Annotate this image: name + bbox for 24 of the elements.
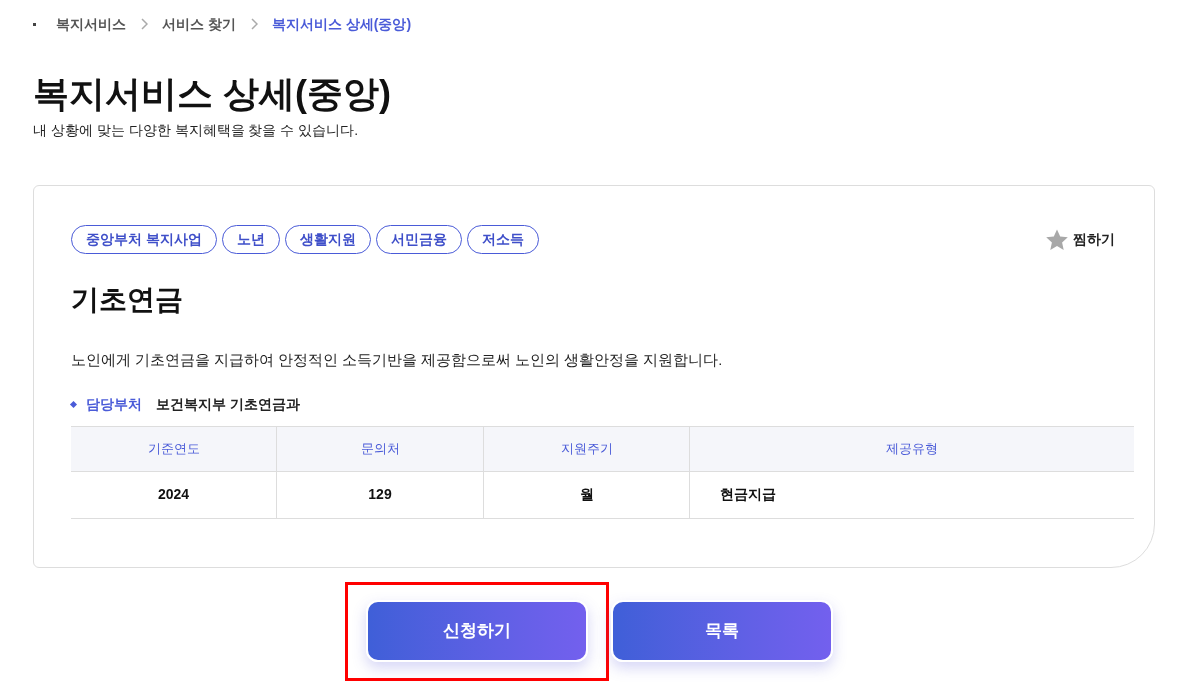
service-description: 노인에게 기초연금을 지급하여 안정적인 소득기반을 제공함으로써 노인의 생활안정을 지원합니다. [71,351,724,370]
table-cell: 현금지급 [689,471,1134,518]
table-cell: 129 [276,471,483,518]
breadcrumb-link[interactable]: 복지서비스 상세(중앙) [271,13,412,35]
table-cell-text: 2024 [156,485,191,505]
bookmark-button[interactable]: 찜하기 [1045,227,1115,252]
breadcrumb-link[interactable]: 복지서비스 [56,13,126,35]
service-title: 기초연금 [71,283,184,317]
action-button[interactable]: 목록 [610,600,833,662]
page-subtitle: 내 상황에 맞는 다양한 복지혜택을 찾을 수 있습니다. [33,121,360,140]
action-button[interactable]: 신청하기 [365,600,588,662]
table-cell: 월 [483,471,689,518]
department-label: 담당부처 [86,394,142,414]
column-header: 문의처 [276,426,483,471]
column-header: 지원주기 [483,426,689,471]
chevron-icon [140,18,148,30]
bullet-icon [33,22,36,26]
page-title: 복지서비스 상세(중앙) [33,72,392,116]
column-header: 제공유형 [689,426,1134,471]
column-header: 기준연도 [146,440,201,458]
department-value: 보건복지부 기초연금과 [156,394,300,414]
breadcrumb-link[interactable]: 서비스 찾기 [162,13,236,35]
bookmark-label: 찜하기 [1073,230,1115,249]
chevron-icon [249,18,258,30]
